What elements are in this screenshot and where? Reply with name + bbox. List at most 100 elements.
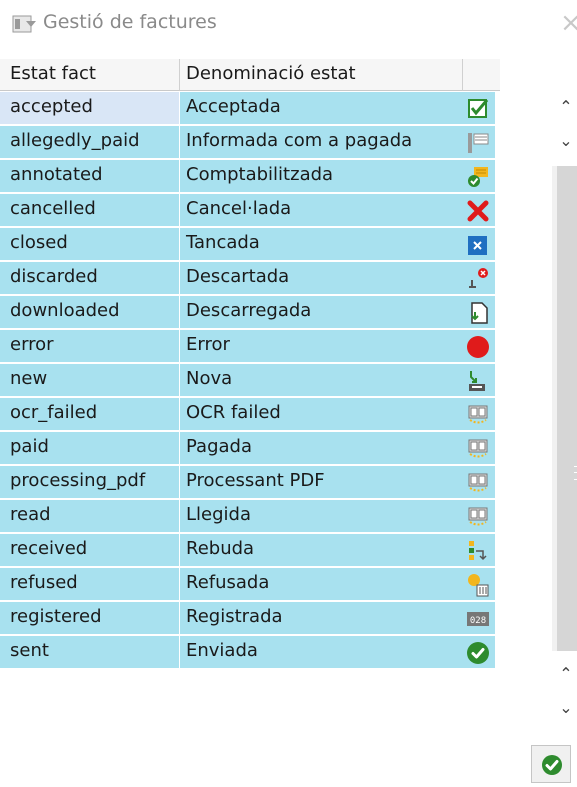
table-row[interactable]: paid Pagada <box>0 432 500 466</box>
lower-scroll-up-icon[interactable]: ⌃ <box>556 664 576 688</box>
scrollbar-track[interactable] <box>552 166 577 651</box>
close-icon[interactable]: × <box>560 8 577 38</box>
table-row[interactable]: cancelled Cancel·lada <box>0 194 500 228</box>
lower-scrollbar[interactable]: ⌃ ⌄ <box>552 660 577 728</box>
status-code: paid <box>10 436 49 457</box>
status-cell[interactable]: read <box>0 500 179 533</box>
name-cell[interactable]: Llegida <box>180 500 463 533</box>
window-menu-icon[interactable] <box>12 14 38 34</box>
name-cell[interactable]: Processant PDF <box>180 466 463 499</box>
status-cell[interactable]: ocr_failed <box>0 398 179 431</box>
name-cell[interactable]: OCR failed <box>180 398 463 431</box>
icon-cell[interactable] <box>463 126 495 159</box>
status-cell[interactable]: sent <box>0 636 179 669</box>
icon-cell[interactable] <box>463 534 495 567</box>
icon-cell[interactable] <box>463 330 495 363</box>
name-cell[interactable]: Acceptada <box>180 92 463 125</box>
status-cell[interactable]: annotated <box>0 160 179 193</box>
table-row[interactable]: processing_pdf Processant PDF <box>0 466 500 500</box>
table-row[interactable]: annotated Comptabilitzada <box>0 160 500 194</box>
name-cell[interactable]: Registrada <box>180 602 463 635</box>
name-cell[interactable]: Rebuda <box>180 534 463 567</box>
table-row[interactable]: downloaded Descarregada <box>0 296 500 330</box>
name-cell[interactable]: Cancel·lada <box>180 194 463 227</box>
status-cell[interactable]: received <box>0 534 179 567</box>
icon-cell[interactable] <box>463 296 495 329</box>
name-cell[interactable]: Nova <box>180 364 463 397</box>
vertical-scrollbar[interactable]: ⌃ ⌄ <box>552 91 577 656</box>
icon-cell[interactable] <box>463 636 495 669</box>
status-cell[interactable]: discarded <box>0 262 179 295</box>
status-cell[interactable]: paid <box>0 432 179 465</box>
icon-cell[interactable] <box>463 500 495 533</box>
table-row[interactable]: read Llegida <box>0 500 500 534</box>
icon-cell[interactable] <box>463 364 495 397</box>
icon-cell[interactable] <box>463 262 495 295</box>
table-row[interactable]: refused Refusada <box>0 568 500 602</box>
column-header-status[interactable]: Estat fact <box>0 59 180 91</box>
discarded-icon <box>469 268 488 288</box>
name-cell[interactable]: Informada com a pagada <box>180 126 463 159</box>
table-row[interactable]: accepted Acceptada <box>0 92 500 126</box>
status-name: Pagada <box>186 436 252 457</box>
invoice-management-dialog: Gestió de factures × Estat fact Denomina… <box>0 0 577 787</box>
dialog-title: Gestió de factures <box>43 11 217 33</box>
icon-cell[interactable] <box>463 194 495 227</box>
scroll-up-icon[interactable]: ⌃ <box>556 97 576 121</box>
icon-cell[interactable]: 028 <box>463 602 495 635</box>
status-code: closed <box>10 232 68 253</box>
status-code: error <box>10 334 54 355</box>
name-cell[interactable]: Pagada <box>180 432 463 465</box>
table-row[interactable]: ocr_failed OCR failed <box>0 398 500 432</box>
status-cell[interactable]: refused <box>0 568 179 601</box>
status-code: registered <box>10 606 102 627</box>
status-cell[interactable]: allegedly_paid <box>0 126 179 159</box>
status-cell[interactable]: closed <box>0 228 179 261</box>
status-name: Refusada <box>186 572 270 593</box>
name-cell[interactable]: Enviada <box>180 636 463 669</box>
status-code: cancelled <box>10 198 96 219</box>
lower-scroll-down-icon[interactable]: ⌄ <box>556 698 576 722</box>
scrollbar-thumb[interactable] <box>557 166 577 651</box>
icon-cell[interactable] <box>463 160 495 193</box>
status-cell[interactable]: new <box>0 364 179 397</box>
table-row[interactable]: sent Enviada <box>0 636 500 670</box>
name-cell[interactable]: Tancada <box>180 228 463 261</box>
table-row[interactable]: closed Tancada <box>0 228 500 262</box>
status-cell[interactable]: accepted <box>0 92 179 125</box>
confirm-button[interactable] <box>531 745 571 783</box>
status-name: Informada com a pagada <box>186 130 413 151</box>
red-x-icon <box>467 200 489 222</box>
green-check-circle-icon <box>467 642 489 664</box>
table-row[interactable]: registered Registrada 028 <box>0 602 500 636</box>
column-header-name[interactable]: Denominació estat <box>180 59 463 91</box>
table-row[interactable]: new Nova <box>0 364 500 398</box>
status-cell[interactable]: registered <box>0 602 179 635</box>
table-row[interactable]: error Error <box>0 330 500 364</box>
status-name: Enviada <box>186 640 258 661</box>
status-cell[interactable]: downloaded <box>0 296 179 329</box>
icon-cell[interactable] <box>463 228 495 261</box>
name-cell[interactable]: Descartada <box>180 262 463 295</box>
status-code: received <box>10 538 88 559</box>
status-cell[interactable]: cancelled <box>0 194 179 227</box>
table-row[interactable]: allegedly_paid Informada com a pagada <box>0 126 500 160</box>
status-code: downloaded <box>10 300 120 321</box>
icon-cell[interactable] <box>463 432 495 465</box>
icon-cell[interactable] <box>463 92 495 125</box>
status-cell[interactable]: error <box>0 330 179 363</box>
column-header-icon[interactable] <box>463 59 500 91</box>
status-cell[interactable]: processing_pdf <box>0 466 179 499</box>
table-row[interactable]: received Rebuda <box>0 534 500 568</box>
name-cell[interactable]: Error <box>180 330 463 363</box>
svg-text:028: 028 <box>470 616 486 626</box>
table-row[interactable]: discarded Descartada <box>0 262 500 296</box>
icon-cell[interactable] <box>463 466 495 499</box>
scroll-down-icon[interactable]: ⌄ <box>556 131 576 155</box>
icon-cell[interactable] <box>463 398 495 431</box>
posted-icon <box>468 167 488 187</box>
icon-cell[interactable] <box>463 568 495 601</box>
name-cell[interactable]: Comptabilitzada <box>180 160 463 193</box>
name-cell[interactable]: Descarregada <box>180 296 463 329</box>
name-cell[interactable]: Refusada <box>180 568 463 601</box>
